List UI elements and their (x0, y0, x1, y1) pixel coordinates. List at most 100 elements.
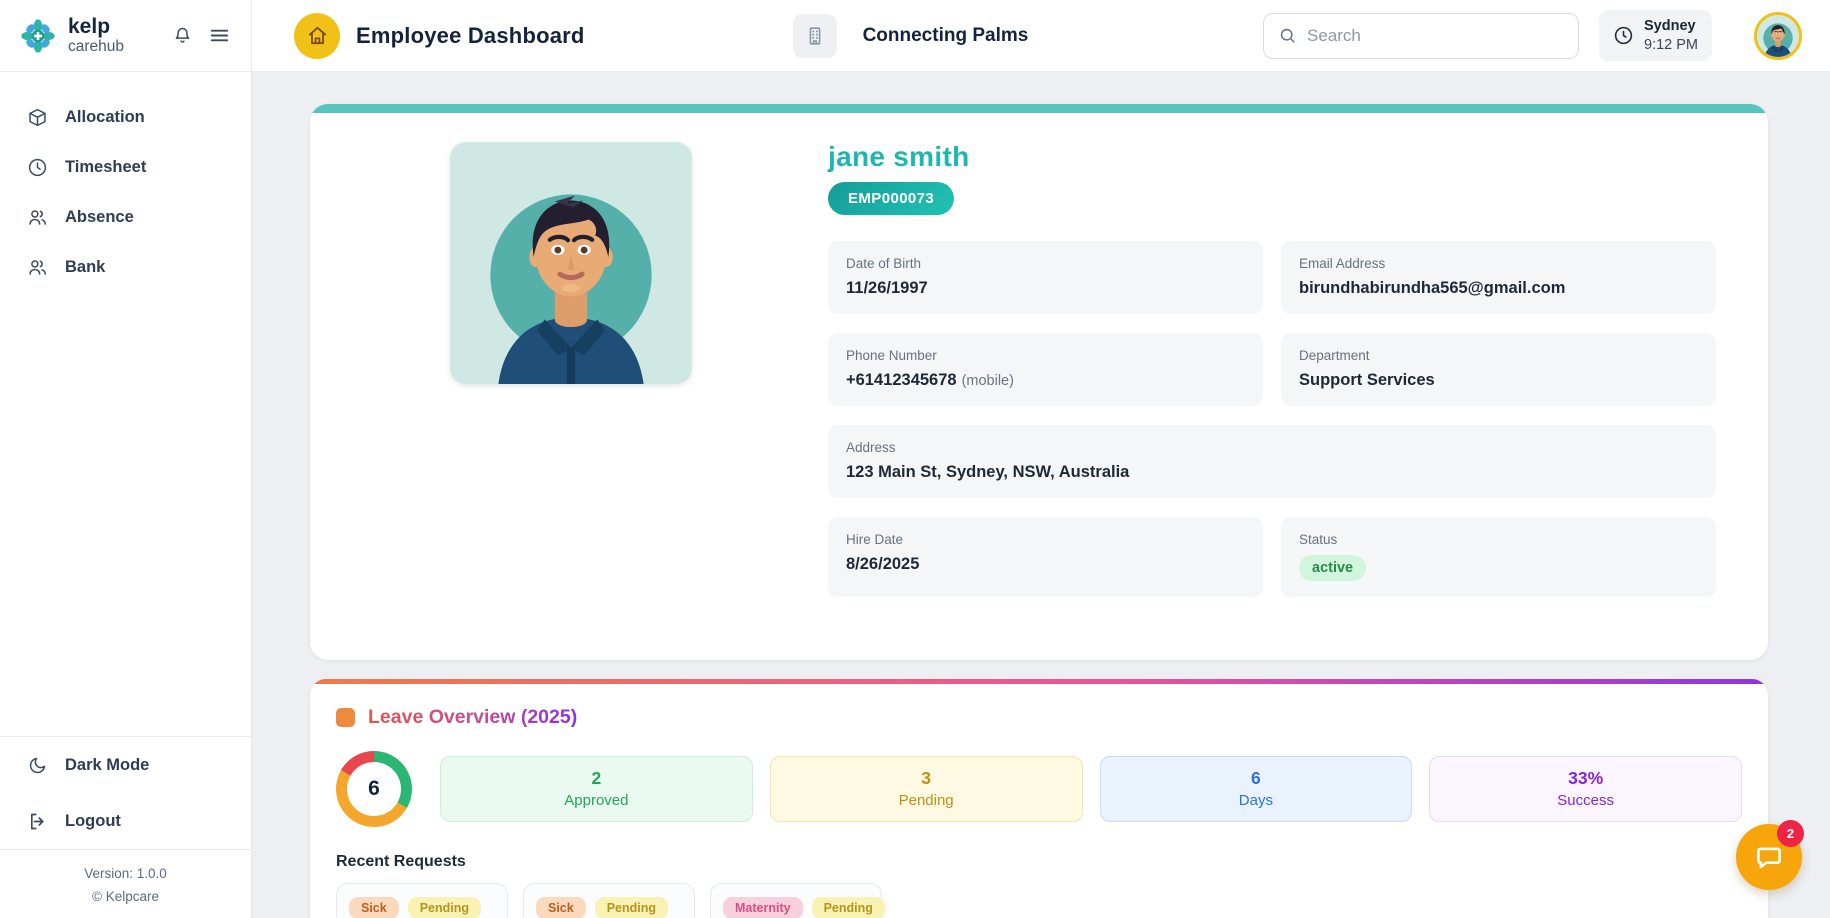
request-card[interactable]: Sick Pending (336, 883, 508, 918)
copyright-text: © Kelpcare (92, 889, 159, 904)
chat-bubble-icon (1754, 842, 1784, 872)
leave-section-icon (336, 708, 355, 727)
page-title: Employee Dashboard (356, 22, 585, 48)
field-value: 8/26/2025 (846, 555, 920, 573)
organisation-button[interactable] (792, 13, 837, 58)
phone-type-note: (mobile) (961, 373, 1014, 389)
stat-days[interactable]: 6 Days (1099, 756, 1413, 822)
dark-mode-toggle[interactable]: Dark Mode (0, 737, 251, 793)
leave-type-chip: Sick (349, 897, 399, 918)
logout-label: Logout (65, 811, 121, 830)
version-text: Version: 1.0.0 (84, 866, 167, 881)
organisation-name: Connecting Palms (862, 24, 1029, 46)
stat-label: Days (1238, 792, 1273, 809)
stat-value: 6 (1251, 768, 1261, 788)
leave-type-chip: Sick (536, 897, 586, 918)
brand-text: kelp carehub (68, 14, 125, 55)
brand-tagline: carehub (68, 37, 125, 55)
sidebar-item-allocation[interactable]: Allocation (0, 92, 251, 142)
leave-overview-card: Leave Overview (2025) 6 2 Approved 3 Pen… (310, 679, 1768, 918)
search-input[interactable] (1307, 25, 1564, 46)
moon-icon (27, 755, 48, 776)
top-header: Employee Dashboard Connecting Palms Sear… (252, 0, 1830, 72)
stat-success[interactable]: 33% Success (1429, 756, 1742, 822)
card-accent-bar (310, 104, 1768, 113)
organisation-group: Connecting Palms (792, 13, 1029, 58)
request-card[interactable]: Sick Pending (523, 883, 695, 918)
sidebar-footer: Dark Mode Logout Version: 1.0.0 © Kelpca… (0, 736, 251, 918)
user-avatar[interactable] (1754, 11, 1802, 60)
leave-donut-chart: 6 (336, 751, 412, 827)
search-icon (1278, 26, 1297, 45)
leave-total: 6 (368, 777, 380, 800)
field-address: Address 123 Main St, Sydney, NSW, Austra… (828, 425, 1716, 498)
employee-photo (450, 142, 692, 384)
stat-value: 33% (1568, 768, 1604, 788)
search-box (1263, 12, 1579, 59)
sidebar-nav: Allocation Timesheet Absence Bank (0, 72, 251, 292)
field-label: Department (1299, 348, 1370, 363)
clock-icon (27, 157, 48, 178)
sidebar-item-absence[interactable]: Absence (0, 192, 251, 242)
sidebar: kelp carehub Allocation Timesheet Absenc… (0, 0, 252, 918)
building-icon (804, 25, 826, 47)
logout-button[interactable]: Logout (0, 793, 251, 849)
recent-requests-title: Recent Requests (336, 853, 466, 870)
leave-status-chip: Pending (407, 897, 482, 918)
stat-value: 2 (591, 768, 602, 788)
status-badge: active (1299, 555, 1367, 581)
field-email: Email Address birundhabirundha565@gmail.… (1281, 241, 1716, 314)
kelp-flower-logo-icon (20, 18, 56, 54)
home-button[interactable] (294, 12, 340, 59)
field-value: 11/26/1997 (846, 279, 928, 297)
employee-profile-card: jane smith EMP000073 Date of Birth 11/26… (310, 104, 1768, 660)
stat-label: Success (1557, 792, 1614, 809)
users-icon (27, 207, 48, 228)
field-value: 123 Main St, Sydney, NSW, Australia (846, 463, 1130, 481)
sidebar-item-bank[interactable]: Bank (0, 242, 251, 292)
field-hire-date: Hire Date 8/26/2025 (828, 517, 1263, 597)
notifications-bell-icon[interactable] (172, 25, 193, 46)
field-value: birundhabirundha565@gmail.com (1299, 279, 1566, 297)
stat-pending[interactable]: 3 Pending (769, 756, 1083, 822)
leave-type-chip: Maternity (723, 897, 803, 918)
stat-label: Approved (564, 792, 629, 809)
brand-name: kelp (68, 14, 111, 38)
field-value: Support Services (1299, 371, 1435, 389)
employee-id-badge: EMP000073 (828, 182, 955, 215)
field-department: Department Support Services (1281, 333, 1716, 406)
hamburger-menu-icon[interactable] (208, 24, 231, 47)
sidebar-item-label: Timesheet (65, 157, 147, 176)
field-label: Email Address (1299, 256, 1386, 271)
chat-unread-badge: 2 (1777, 820, 1804, 847)
field-label: Hire Date (846, 532, 904, 547)
field-label: Date of Birth (846, 256, 922, 271)
timezone-widget[interactable]: Sydney 9:12 PM (1599, 10, 1712, 61)
brand-header: kelp carehub (0, 0, 251, 72)
box-icon (27, 107, 48, 128)
version-block: Version: 1.0.0 © Kelpcare (0, 849, 251, 918)
field-date-of-birth: Date of Birth 11/26/1997 (828, 241, 1263, 314)
leave-status-chip: Pending (811, 897, 885, 918)
stat-value: 3 (921, 768, 931, 788)
employee-name: jane smith (828, 141, 970, 172)
field-value: +61412345678 (mobile) (846, 371, 1014, 389)
logout-icon (27, 811, 48, 832)
sidebar-item-label: Absence (65, 207, 134, 226)
main-content: jane smith EMP000073 Date of Birth 11/26… (252, 72, 1830, 918)
home-icon (306, 24, 329, 47)
stat-approved[interactable]: 2 Approved (440, 756, 753, 822)
field-phone: Phone Number +61412345678 (mobile) (828, 333, 1263, 406)
timezone-city: Sydney (1644, 18, 1696, 35)
request-card[interactable]: Maternity Pending (710, 883, 885, 918)
leave-status-chip: Pending (594, 897, 669, 918)
field-label: Status (1299, 532, 1338, 547)
field-label: Address (846, 440, 896, 455)
clock-icon (1613, 25, 1634, 46)
chat-button[interactable]: 2 (1736, 820, 1804, 890)
stat-label: Pending (898, 792, 954, 809)
timezone-time: 9:12 PM (1644, 36, 1698, 53)
dark-mode-label: Dark Mode (65, 755, 150, 774)
sidebar-item-label: Allocation (65, 107, 145, 126)
sidebar-item-timesheet[interactable]: Timesheet (0, 142, 251, 192)
